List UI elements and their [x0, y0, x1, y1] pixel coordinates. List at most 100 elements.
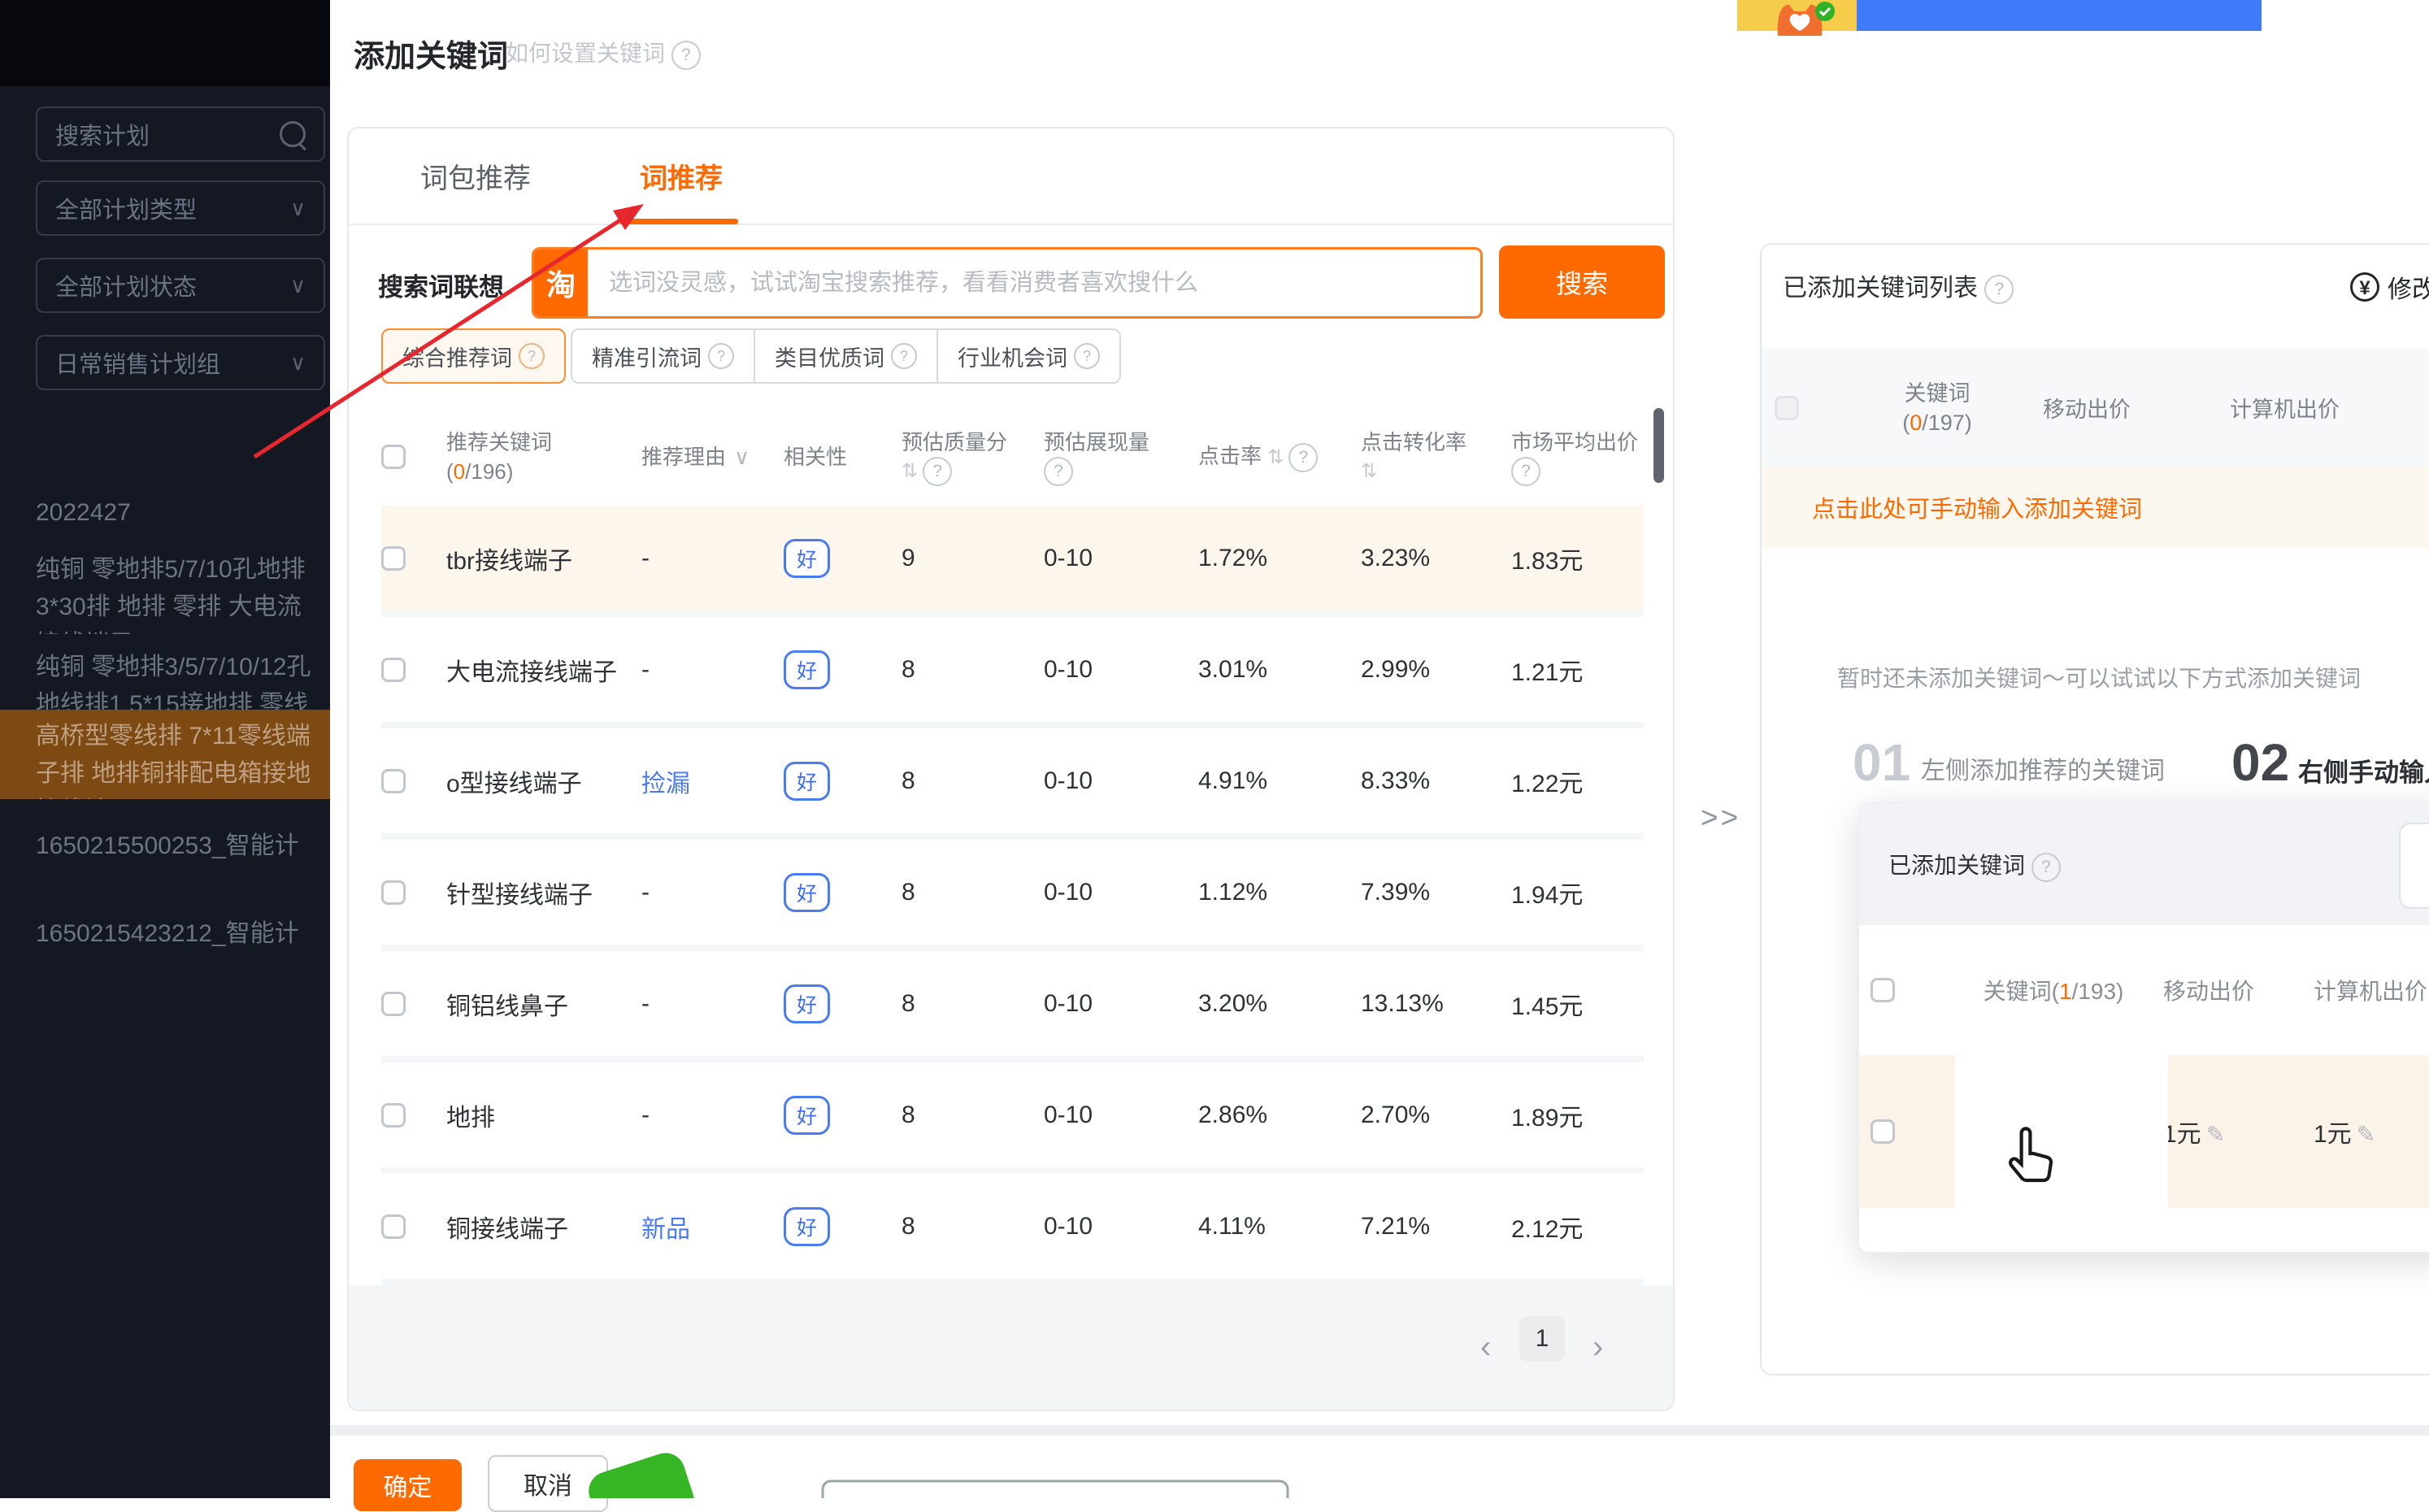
quality-cell: 8 — [902, 767, 1044, 795]
tab-word-recommend[interactable]: 词推荐 — [640, 128, 723, 224]
plan-list-item[interactable]: 高桥型零线排 7*11零线端子排 地排铜排配电箱接地接线端子 — [0, 710, 330, 799]
tab-word-package[interactable]: 词包推荐 — [420, 128, 531, 224]
manual-add-link[interactable]: 点击此处可手动输入添加关键词 — [1812, 490, 2142, 524]
help-icon[interactable]: ? — [1511, 457, 1540, 486]
current-page[interactable]: 1 — [1519, 1316, 1565, 1362]
plan-list-item[interactable]: 1650215423212_智能计划 — [0, 907, 330, 956]
table-row[interactable]: 针型接线端子-好80-101.12%7.39%1.94元 — [381, 840, 1644, 951]
plan-group-label: 日常销售计划组 — [55, 345, 290, 380]
table-row[interactable]: tbr接线端子-好90-101.72%3.23%1.83元 — [381, 506, 1644, 617]
collapse-panel-icon[interactable]: >> — [1701, 801, 1740, 835]
chip-label: 类目优质词 — [775, 341, 884, 372]
sort-icon[interactable]: ⇅ — [1361, 460, 1377, 482]
mascot-icon — [1737, 0, 1857, 37]
row-checkbox[interactable] — [381, 1103, 406, 1127]
help-icon: ? — [1074, 343, 1100, 369]
chevron-down-icon: ∨ — [290, 350, 306, 376]
edit-icon[interactable]: ✎ — [2206, 1122, 2225, 1147]
plan-list-item[interactable]: 1650215500253_智能计划 — [0, 819, 330, 868]
plan-list-item[interactable]: 2022427 — [0, 486, 330, 535]
col-pc-bid: 计算机出价 — [2230, 392, 2429, 424]
added-keywords-title: 已添加关键词列表 ? — [1783, 267, 2014, 304]
sort-icon[interactable]: ⇅ — [1267, 446, 1284, 468]
col-pc-bid: 计算机出价 — [2314, 974, 2429, 1006]
sort-icon[interactable]: ⇅ — [902, 460, 918, 482]
col-relevance: 相关性 — [784, 442, 902, 471]
search-button[interactable]: 搜索 — [1499, 245, 1665, 319]
table-row[interactable]: o型接线端子捡漏好80-104.91%8.33%1.22元 — [381, 728, 1644, 840]
filter-chip-group: 综合推荐词?精准引流词?类目优质词?行业机会词? — [381, 328, 1121, 384]
impressions-cell: 0-10 — [1044, 767, 1198, 795]
col-ctr: 点击率 ⇅? — [1198, 441, 1361, 472]
popup-action-button[interactable] — [2399, 823, 2429, 909]
popup-select-all-checkbox[interactable] — [1871, 978, 1895, 1002]
confirm-button[interactable]: 确定 — [354, 1459, 462, 1511]
row-checkbox[interactable] — [381, 769, 406, 793]
table-row[interactable]: 铜接线端子新品好80-104.11%7.21%2.12元 — [381, 1174, 1644, 1285]
how-to-set-keywords-link[interactable]: 如何设置关键词 ? — [506, 36, 701, 70]
ctr-cell: 4.91% — [1198, 767, 1361, 795]
table-row[interactable]: 大电流接线端子-好80-103.01%2.99%1.21元 — [381, 617, 1644, 728]
row-checkbox[interactable] — [1871, 1119, 1895, 1144]
plan-list-item[interactable]: 纯铜 零地排5/7/10孔地排3*30排 地排 零排 大电流 接线端子 — [0, 543, 330, 634]
quality-cell: 8 — [902, 1213, 1044, 1240]
ctr-cell: 4.11% — [1198, 1213, 1361, 1240]
filter-chip-3[interactable]: 类目优质词? — [754, 328, 938, 384]
reason-cell: - — [641, 879, 784, 906]
help-icon[interactable]: ? — [2031, 853, 2061, 882]
keyword-cell: 铜接线端子 — [446, 1209, 641, 1245]
next-page-icon[interactable]: › — [1593, 1329, 1603, 1366]
prev-page-icon[interactable]: ‹ — [1480, 1329, 1491, 1366]
help-icon[interactable]: ? — [1984, 275, 2014, 304]
col-reason-dropdown[interactable]: 推荐理由 ∨ — [641, 442, 784, 471]
reason-cell: - — [641, 545, 784, 572]
select-all-checkbox[interactable] — [381, 445, 406, 469]
help-icon[interactable]: ? — [1288, 443, 1318, 472]
price-cell: 1.45元 — [1511, 986, 1660, 1022]
filter-chip-1[interactable]: 综合推荐词? — [381, 328, 566, 384]
cvr-cell: 7.21% — [1361, 1213, 1511, 1240]
keyword-search-input[interactable] — [588, 250, 1480, 316]
cvr-cell: 2.99% — [1361, 656, 1511, 684]
relevance-cell: 好 — [784, 1096, 902, 1135]
relevance-badge: 好 — [784, 873, 830, 912]
mobile-bid-cell: 1元✎ — [2163, 1114, 2314, 1149]
relevance-cell: 好 — [784, 539, 902, 578]
filter-chip-2[interactable]: 精准引流词? — [571, 328, 755, 384]
keyword-cell: 针型接线端子 — [446, 875, 641, 910]
modify-bid-button[interactable]: ¥ 修改 — [2350, 269, 2429, 305]
plan-sidebar: 搜索计划 全部计划类型 ∨ 全部计划状态 ∨ 日常销售计划组 ∨ 2022427… — [0, 0, 330, 1498]
row-checkbox[interactable] — [381, 546, 406, 571]
reason-cell[interactable]: 新品 — [641, 1209, 784, 1245]
plan-status-dropdown[interactable]: 全部计划状态 ∨ — [36, 258, 325, 313]
popup-header: 已添加关键词 ? — [1859, 803, 2429, 925]
edit-icon[interactable]: ✎ — [2357, 1122, 2375, 1147]
help-icon[interactable]: ? — [923, 457, 952, 486]
keyword-cell: o型接线端子 — [446, 763, 641, 799]
footer-divider — [330, 1425, 2429, 1436]
table-row[interactable]: 铜铝线鼻子-好80-103.20%13.13%1.45元 — [381, 951, 1644, 1062]
plan-type-dropdown[interactable]: 全部计划类型 ∨ — [36, 180, 325, 236]
plan-group-dropdown[interactable]: 日常销售计划组 ∨ — [36, 335, 325, 390]
keyword-cell: tbr接线端子 — [446, 541, 641, 576]
add-keywords-dialog: 添加关键词 如何设置关键词 ? 词包推荐 词推荐 搜索词联想 淘 搜索 综合推荐… — [330, 0, 2429, 1498]
plan-search-input[interactable]: 搜索计划 — [36, 106, 325, 162]
manual-add-row: 点击此处可手动输入添加关键词 — [1762, 467, 2429, 548]
reason-cell[interactable]: 捡漏 — [641, 763, 784, 799]
row-checkbox[interactable] — [381, 1214, 406, 1239]
table-row[interactable]: 地排-好80-102.86%2.70%1.89元 — [381, 1062, 1644, 1174]
keyword-cell: 铜铝线鼻子 — [446, 986, 641, 1022]
row-checkbox[interactable] — [381, 880, 406, 905]
col-impressions: 预估展现量 ? — [1044, 428, 1198, 487]
filter-chip-4[interactable]: 行业机会词? — [936, 328, 1121, 384]
table-scrollbar[interactable] — [1653, 408, 1664, 483]
col-mobile-bid: 移动出价 — [2043, 392, 2230, 424]
impressions-cell: 0-10 — [1044, 656, 1198, 684]
col-mobile-bid: 移动出价 — [2163, 974, 2314, 1006]
row-checkbox[interactable] — [381, 992, 406, 1016]
help-icon[interactable]: ? — [1044, 457, 1073, 486]
row-checkbox[interactable] — [381, 658, 406, 682]
help-icon[interactable]: ? — [671, 41, 701, 70]
cancel-button[interactable]: 取消 — [488, 1455, 608, 1512]
relevance-cell: 好 — [784, 1207, 902, 1246]
